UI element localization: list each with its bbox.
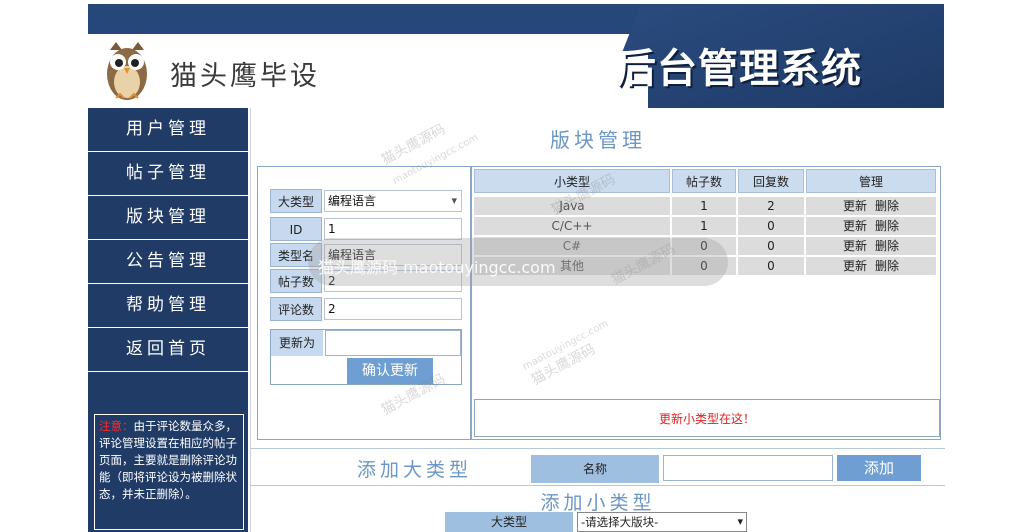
id-field[interactable]: 1: [324, 218, 462, 240]
table-row-actions: 更新 删除: [806, 257, 936, 275]
minor-major-select[interactable]: -请选择大版块-: [577, 512, 747, 532]
sidebar-item-board-management[interactable]: 版块管理: [88, 196, 248, 240]
table-row-actions: 更新 删除: [806, 237, 936, 255]
table-cell-replies: 0: [738, 257, 804, 275]
add-major-title: 添加大类型: [357, 459, 473, 481]
notice-prefix: 注意：: [99, 419, 134, 433]
table-cell-type: C/C++: [474, 217, 670, 235]
table-cell-posts: 1: [672, 197, 736, 215]
update-link[interactable]: 更新: [843, 219, 867, 233]
column-header-replies: 回复数: [738, 169, 804, 193]
update-subtype-note: 更新小类型在这！: [474, 399, 940, 437]
comment-count-field[interactable]: 2: [324, 298, 462, 320]
major-type-select[interactable]: 编程语言: [324, 190, 462, 212]
comment-count-label: 评论数: [270, 297, 322, 321]
page-title: 版块管理: [550, 128, 646, 152]
table-cell-replies: 0: [738, 217, 804, 235]
table-row-actions: 更新 删除: [806, 197, 936, 215]
delete-link[interactable]: 删除: [875, 259, 899, 273]
update-to-label: 更新为: [271, 330, 323, 356]
delete-link[interactable]: 删除: [875, 239, 899, 253]
delete-link[interactable]: 删除: [875, 219, 899, 233]
table-cell-posts: 1: [672, 217, 736, 235]
header: 猫头鹰毕设 后台管理系统: [88, 4, 944, 108]
sidebar-item-post-management[interactable]: 帖子管理: [88, 152, 248, 196]
id-label: ID: [270, 217, 322, 241]
sidebar-item-user-management[interactable]: 用户管理: [88, 108, 248, 152]
table-cell-type: Java: [474, 197, 670, 215]
add-major-button[interactable]: 添加: [837, 455, 921, 481]
site-name: 猫头鹰毕设: [170, 61, 320, 92]
sidebar-item-help-management[interactable]: 帮助管理: [88, 284, 248, 328]
update-link[interactable]: 更新: [843, 239, 867, 253]
add-major-type-section: 添加大类型 名称 添加: [251, 448, 945, 486]
watermark-banner-text: 猫头鹰源码 maotouyingcc.com: [318, 258, 556, 277]
table-row-actions: 更新 删除: [806, 217, 936, 235]
owl-logo-icon: [107, 42, 147, 100]
major-name-label: 名称: [531, 455, 659, 483]
delete-link[interactable]: 删除: [875, 199, 899, 213]
sidebar-item-announcement-management[interactable]: 公告管理: [88, 240, 248, 284]
update-to-box: 更新为 确认更新: [270, 329, 462, 385]
add-minor-title: 添加小类型: [540, 492, 656, 514]
major-type-label: 大类型: [270, 189, 322, 213]
sidebar-item-back-home[interactable]: 返回首页: [88, 328, 248, 372]
notice-box: 注意：由于评论数量众多，评论管理设置在相应的帖子页面，主要就是删除评论功能（即将…: [94, 414, 244, 530]
main-panel: 版块管理 大类型 编程语言 ID 1 类型名 编程语言 帖子数 2 评论数 2: [250, 108, 945, 532]
confirm-update-button[interactable]: 确认更新: [347, 358, 433, 384]
table-cell-replies: 2: [738, 197, 804, 215]
minor-major-label: 大类型: [445, 512, 573, 532]
major-name-input[interactable]: [663, 455, 833, 481]
column-header-subtype: 小类型: [474, 169, 670, 193]
update-link[interactable]: 更新: [843, 199, 867, 213]
update-to-input[interactable]: [325, 330, 461, 356]
column-header-posts: 帖子数: [672, 169, 736, 193]
column-header-manage: 管理: [806, 169, 936, 193]
table-cell-replies: 0: [738, 237, 804, 255]
subtype-table: 小类型 帖子数 回复数 管理 Java 1 2 更新 删除 C/C++ 1 0 更…: [471, 166, 941, 440]
system-title: 后台管理系统: [616, 46, 862, 92]
sidebar: 用户管理 帖子管理 版块管理 公告管理 帮助管理 返回首页 注意：由于评论数量众…: [88, 108, 248, 532]
edit-form: 大类型 编程语言 ID 1 类型名 编程语言 帖子数 2 评论数 2 更新为: [257, 166, 471, 440]
update-link[interactable]: 更新: [843, 259, 867, 273]
